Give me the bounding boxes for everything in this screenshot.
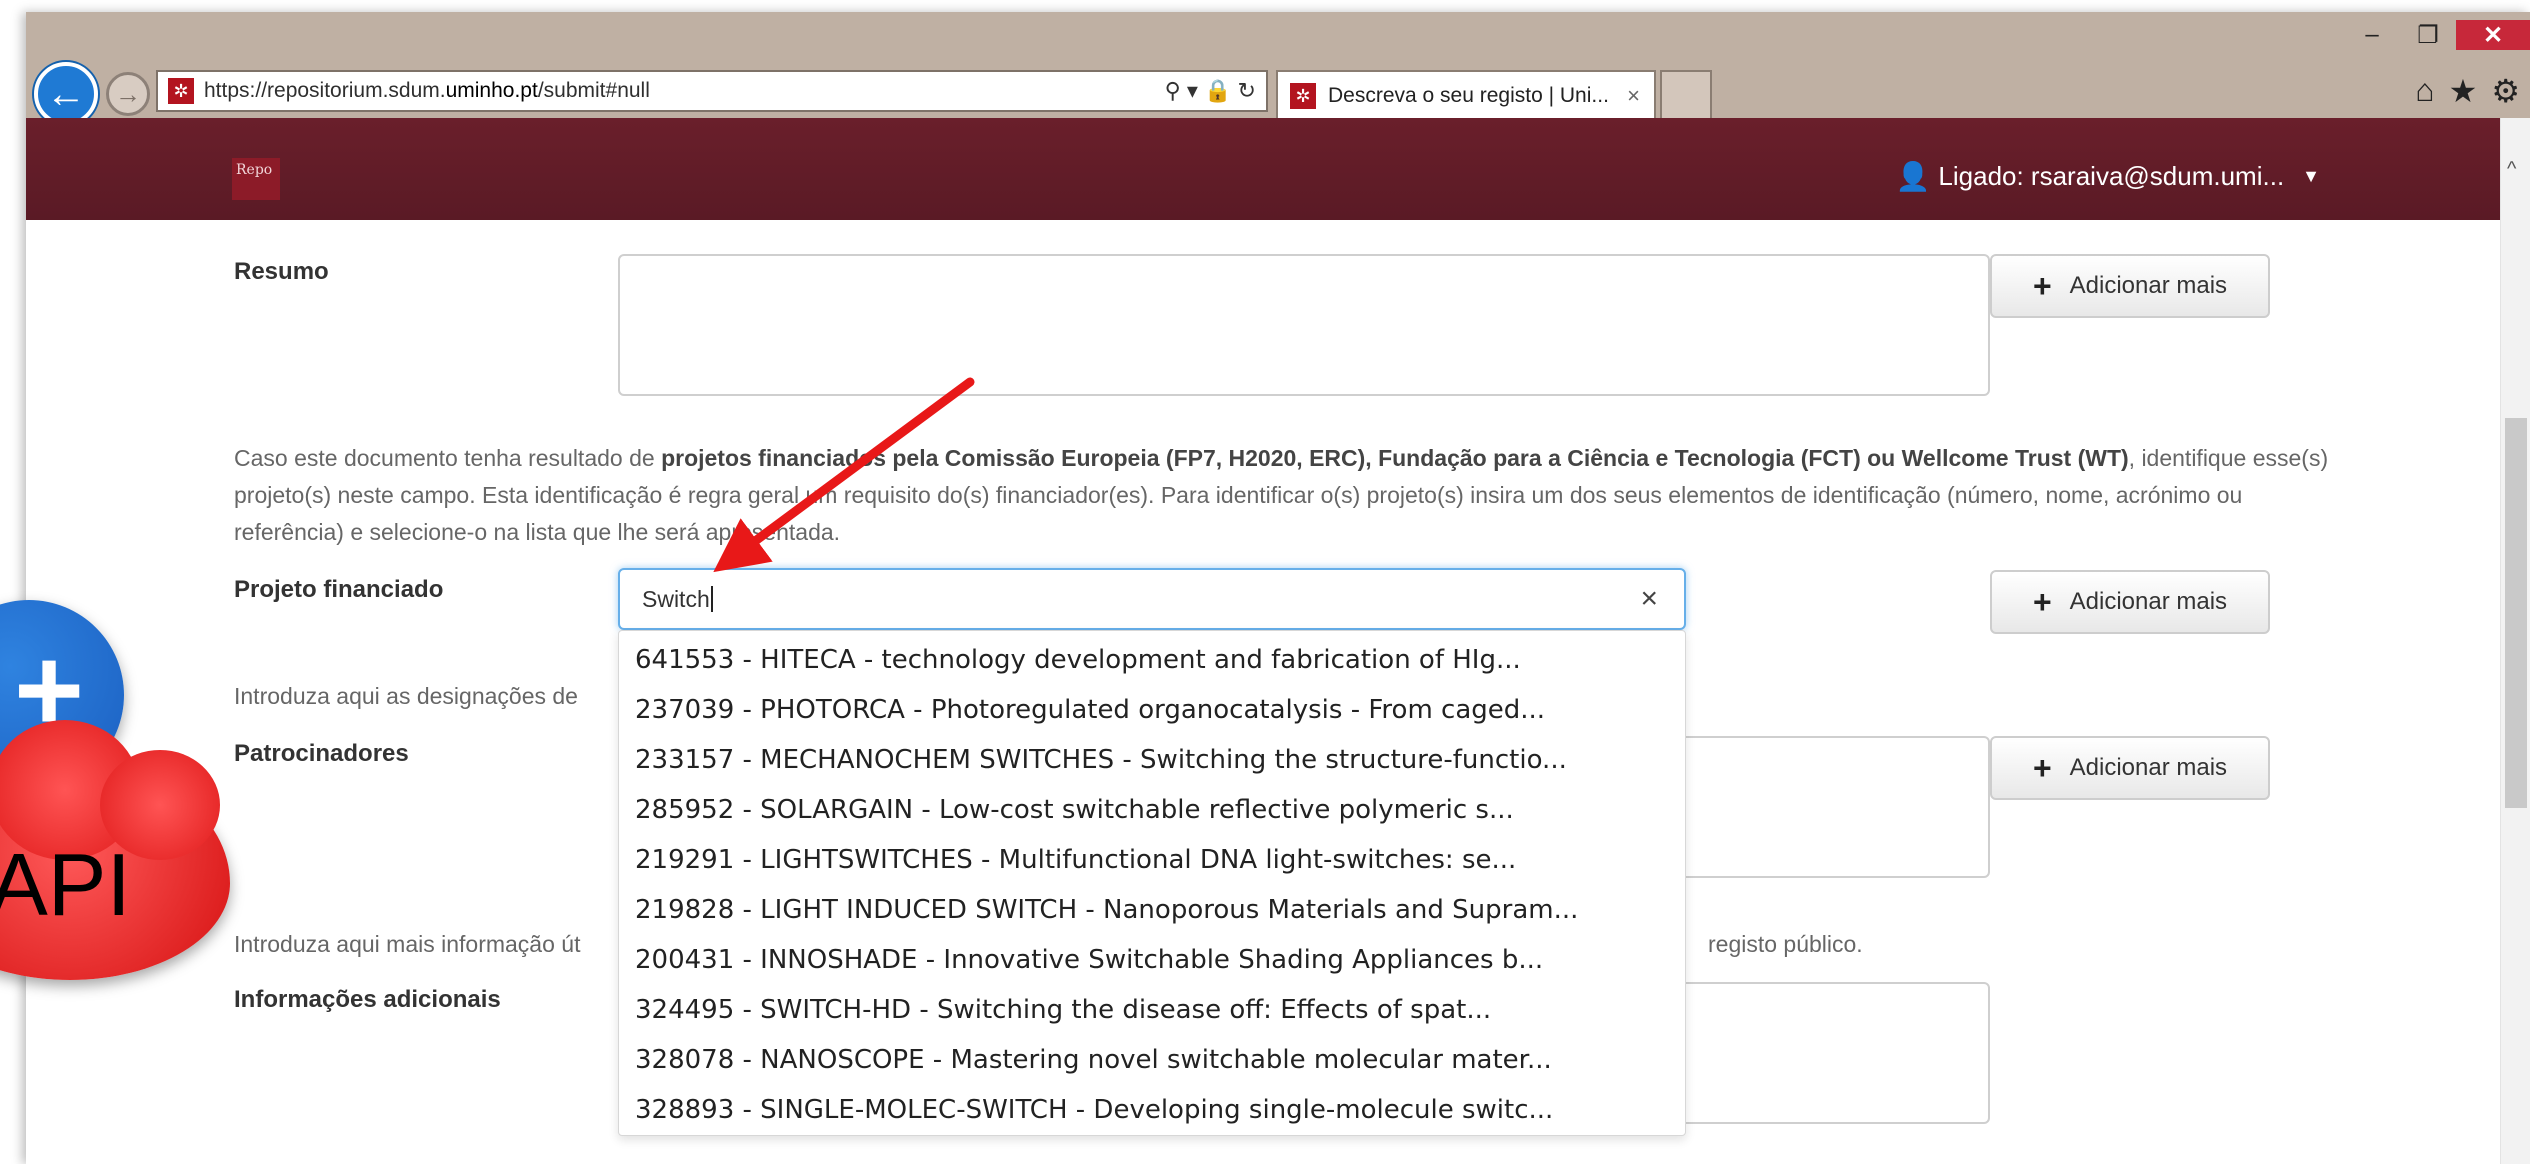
- suggestion-dropdown: 641553 - HITECA - technology development…: [618, 630, 1686, 1136]
- site-favicon-icon: ✲: [168, 78, 194, 104]
- restore-button[interactable]: ❐: [2400, 20, 2456, 50]
- suggestion-item[interactable]: 285952 - SOLARGAIN - Low-cost switchable…: [619, 785, 1685, 835]
- user-menu[interactable]: 👤 Ligado: rsaraiva@sdum.umi... ▼: [1896, 160, 2320, 193]
- suggestion-item[interactable]: 328893 - SINGLE-MOLEC-SWITCH - Developin…: [619, 1085, 1685, 1135]
- browser-window: – ❐ ✕ ← → ✲ https://repositorium.sdum. um…: [26, 12, 2530, 1164]
- tab-title: Descreva o seu registo | Uni...: [1328, 84, 1609, 107]
- resumo-label: Resumo: [234, 258, 329, 285]
- tab-close-icon[interactable]: ×: [1627, 83, 1640, 109]
- close-window-button[interactable]: ✕: [2456, 20, 2530, 50]
- suggestion-item[interactable]: 233157 - MECHANOCHEM SWITCHES - Switchin…: [619, 735, 1685, 785]
- suggestion-item[interactable]: 200431 - INNOSHADE - Innovative Switchab…: [619, 935, 1685, 985]
- gear-icon[interactable]: ⚙: [2491, 72, 2520, 110]
- window-controls: – ❐ ✕: [2344, 20, 2530, 50]
- patrocinadores-add-more-button[interactable]: + Adicionar mais: [1990, 736, 2270, 800]
- browser-tab-active[interactable]: ✲ Descreva o seu registo | Uni... ×: [1276, 70, 1656, 120]
- url-domain: uminho.pt: [445, 79, 538, 102]
- back-button[interactable]: ←: [34, 62, 98, 126]
- plus-icon: +: [2032, 749, 2052, 786]
- text-cursor: [710, 586, 713, 612]
- api-label: API: [0, 835, 131, 934]
- submission-form: Resumo + Adicionar mais Caso este docume…: [26, 220, 2500, 1164]
- projeto-help-text: Caso este documento tenha resultado de p…: [234, 445, 2329, 545]
- suggestion-item[interactable]: 324495 - SWITCH-HD - Switching the disea…: [619, 985, 1685, 1035]
- star-icon[interactable]: ★: [2449, 72, 2478, 110]
- caret-down-icon: ▼: [2302, 166, 2320, 186]
- plus-icon: +: [2032, 583, 2052, 620]
- patrocinadores-help-text: Introduza aqui as designações de: [234, 683, 578, 709]
- suggestion-item[interactable]: 328078 - NANOSCOPE - Mastering novel swi…: [619, 1035, 1685, 1085]
- arrow-left-icon: ←: [46, 71, 86, 116]
- repository-logo[interactable]: Repo: [232, 158, 280, 200]
- projeto-input-value: Switch: [642, 585, 710, 612]
- minimize-button[interactable]: –: [2344, 20, 2400, 50]
- info-help-text-end: registo público.: [1708, 931, 1863, 957]
- forward-button[interactable]: →: [106, 72, 150, 116]
- scroll-up-icon[interactable]: ^: [2507, 158, 2516, 181]
- tab-favicon-icon: ✲: [1290, 83, 1316, 109]
- projeto-label: Projeto financiado: [234, 576, 444, 603]
- resumo-textarea[interactable]: [618, 254, 1990, 396]
- projeto-input[interactable]: Switch ×: [618, 568, 1686, 630]
- projeto-add-more-button[interactable]: + Adicionar mais: [1990, 570, 2270, 634]
- patrocinadores-label: Patrocinadores: [234, 740, 409, 767]
- address-bar[interactable]: ✲ https://repositorium.sdum. uminho.pt/su…: [156, 70, 1268, 112]
- suggestion-item[interactable]: 237039 - PHOTORCA - Photoregulated organ…: [619, 685, 1685, 735]
- browser-chrome: – ❐ ✕ ← → ✲ https://repositorium.sdum. um…: [26, 12, 2530, 126]
- scrollbar-thumb[interactable]: [2505, 418, 2527, 808]
- plus-icon: +: [2032, 267, 2052, 304]
- home-icon[interactable]: ⌂: [2415, 72, 2434, 110]
- user-label: Ligado: rsaraiva@sdum.umi...: [1938, 161, 2285, 191]
- suggestion-item[interactable]: 219828 - LIGHT INDUCED SWITCH - Nanoporo…: [619, 885, 1685, 935]
- new-tab-button[interactable]: [1660, 70, 1712, 118]
- url-prefix: https://repositorium.sdum.: [204, 79, 446, 102]
- info-label: Informações adicionais: [234, 986, 501, 1013]
- url-path: /submit#null: [537, 79, 650, 102]
- browser-toolbar-icons: ⌂ ★ ⚙: [2415, 72, 2520, 110]
- arrow-right-icon: →: [115, 78, 141, 109]
- info-help-text-start: Introduza aqui mais informação út: [234, 931, 581, 957]
- suggestion-item[interactable]: 219291 - LIGHTSWITCHES - Multifunctional…: [619, 835, 1685, 885]
- clear-icon[interactable]: ×: [1640, 582, 1658, 616]
- user-icon: 👤: [1895, 161, 1931, 192]
- site-header: Repo 👤 Ligado: rsaraiva@sdum.umi... ▼: [26, 118, 2500, 220]
- resumo-add-more-button[interactable]: + Adicionar mais: [1990, 254, 2270, 318]
- page-scrollbar[interactable]: ^: [2500, 118, 2530, 1164]
- address-tools[interactable]: ⚲ ▾ 🔒 ↻: [1165, 78, 1256, 104]
- suggestion-item[interactable]: 641553 - HITECA - technology development…: [619, 635, 1685, 685]
